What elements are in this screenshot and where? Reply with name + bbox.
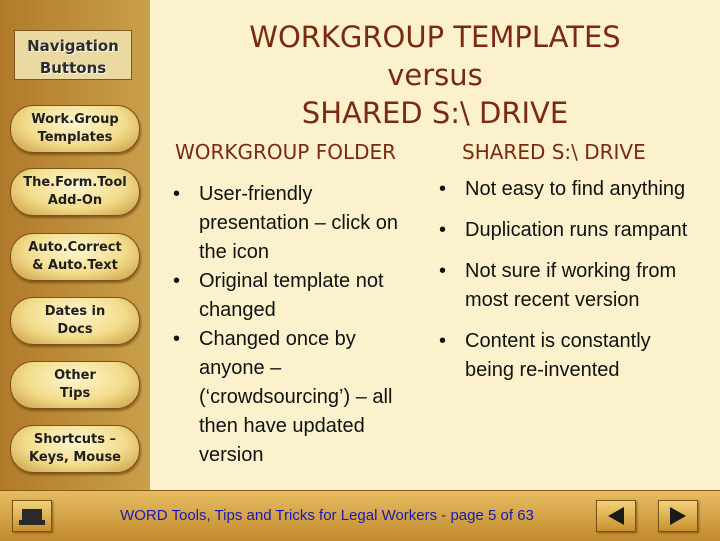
list-item: Duplication runs rampant: [431, 216, 701, 245]
nav-button-workgroup-templates[interactable]: Work.Group Templates: [10, 105, 140, 153]
left-bullet-list: User-friendly presentation – click on th…: [165, 180, 400, 470]
home-icon[interactable]: [12, 500, 52, 532]
left-column-heading: WORKGROUP FOLDER: [175, 140, 397, 164]
list-item: Content is constantly being re-invented: [431, 327, 701, 385]
right-column-heading: SHARED S:\ DRIVE: [462, 140, 646, 164]
nav-button-formtool-addon[interactable]: The.Form.Tool Add-On: [10, 168, 140, 216]
nav-button-shortcuts[interactable]: Shortcuts – Keys, Mouse: [10, 425, 140, 473]
list-item: Not easy to find anything: [431, 175, 701, 204]
list-item: Changed once by anyone – (‘crowdsourcing…: [165, 325, 400, 470]
navigation-heading: Navigation Buttons: [14, 30, 132, 80]
list-item: Original template not changed: [165, 267, 400, 325]
nav-button-other-tips[interactable]: Other Tips: [10, 361, 140, 409]
slide: Navigation Buttons Work.Group Templates …: [0, 0, 720, 541]
nav-button-dates-in-docs[interactable]: Dates in Docs: [10, 297, 140, 345]
list-item: User-friendly presentation – click on th…: [165, 180, 400, 267]
list-item: Not sure if working from most recent ver…: [431, 257, 701, 315]
slide-title: WORKGROUP TEMPLATES versus SHARED S:\ DR…: [249, 20, 621, 130]
forward-arrow-icon[interactable]: [658, 500, 698, 532]
footer-bar: WORD Tools, Tips and Tricks for Legal Wo…: [0, 490, 720, 541]
back-arrow-icon[interactable]: [596, 500, 636, 532]
right-bullet-list: Not easy to find anything Duplication ru…: [431, 175, 701, 385]
footer-text: WORD Tools, Tips and Tricks for Legal Wo…: [120, 507, 534, 524]
navigation-sidebar: Navigation Buttons Work.Group Templates …: [0, 0, 151, 490]
nav-button-autocorrect-autotext[interactable]: Auto.Correct & Auto.Text: [10, 233, 140, 281]
